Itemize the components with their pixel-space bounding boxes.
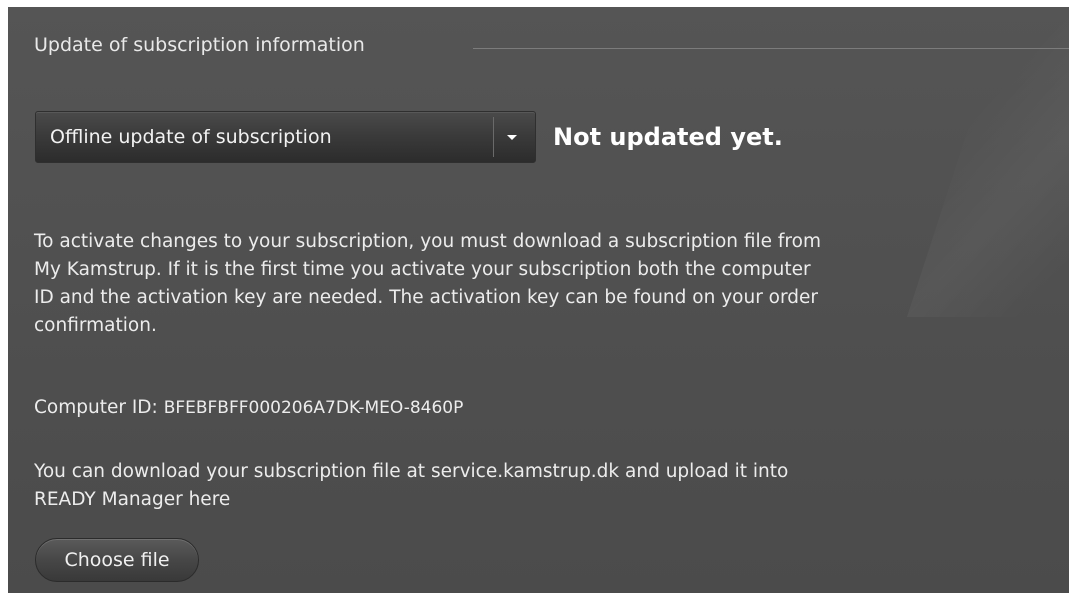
legend-divider: [473, 48, 1069, 49]
download-info-line: You can download your subscription file …: [34, 461, 789, 482]
update-mode-selected-value: Offline update of subscription: [50, 126, 332, 148]
download-info-line: READY Manager here: [34, 489, 231, 510]
instructions-line: My Kamstrup. If it is the first time you…: [34, 259, 811, 280]
download-info-paragraph: You can download your subscription file …: [34, 458, 788, 514]
computer-id-row: Computer ID: BFEBFBFF000206A7DK-MEO-8460…: [34, 397, 463, 418]
computer-id-label: Computer ID:: [34, 397, 158, 418]
instructions-paragraph: To activate changes to your subscription…: [34, 228, 1064, 340]
computer-id-value: BFEBFBFF000206A7DK-MEO-8460P: [163, 398, 464, 418]
update-mode-dropdown[interactable]: Offline update of subscription: [35, 111, 536, 163]
subscription-panel: Update of subscription information Offli…: [8, 7, 1069, 593]
screen: Update of subscription information Offli…: [0, 0, 1069, 593]
section-legend: Update of subscription information: [34, 34, 365, 56]
instructions-line: ID and the activation key are needed. Th…: [34, 287, 819, 308]
instructions-line: To activate changes to your subscription…: [34, 231, 821, 252]
instructions-line: confirmation.: [34, 315, 157, 336]
update-status-text: Not updated yet.: [553, 123, 783, 151]
dropdown-divider: [493, 117, 494, 157]
chevron-down-icon[interactable]: [507, 135, 517, 140]
choose-file-button[interactable]: Choose file: [35, 538, 199, 582]
